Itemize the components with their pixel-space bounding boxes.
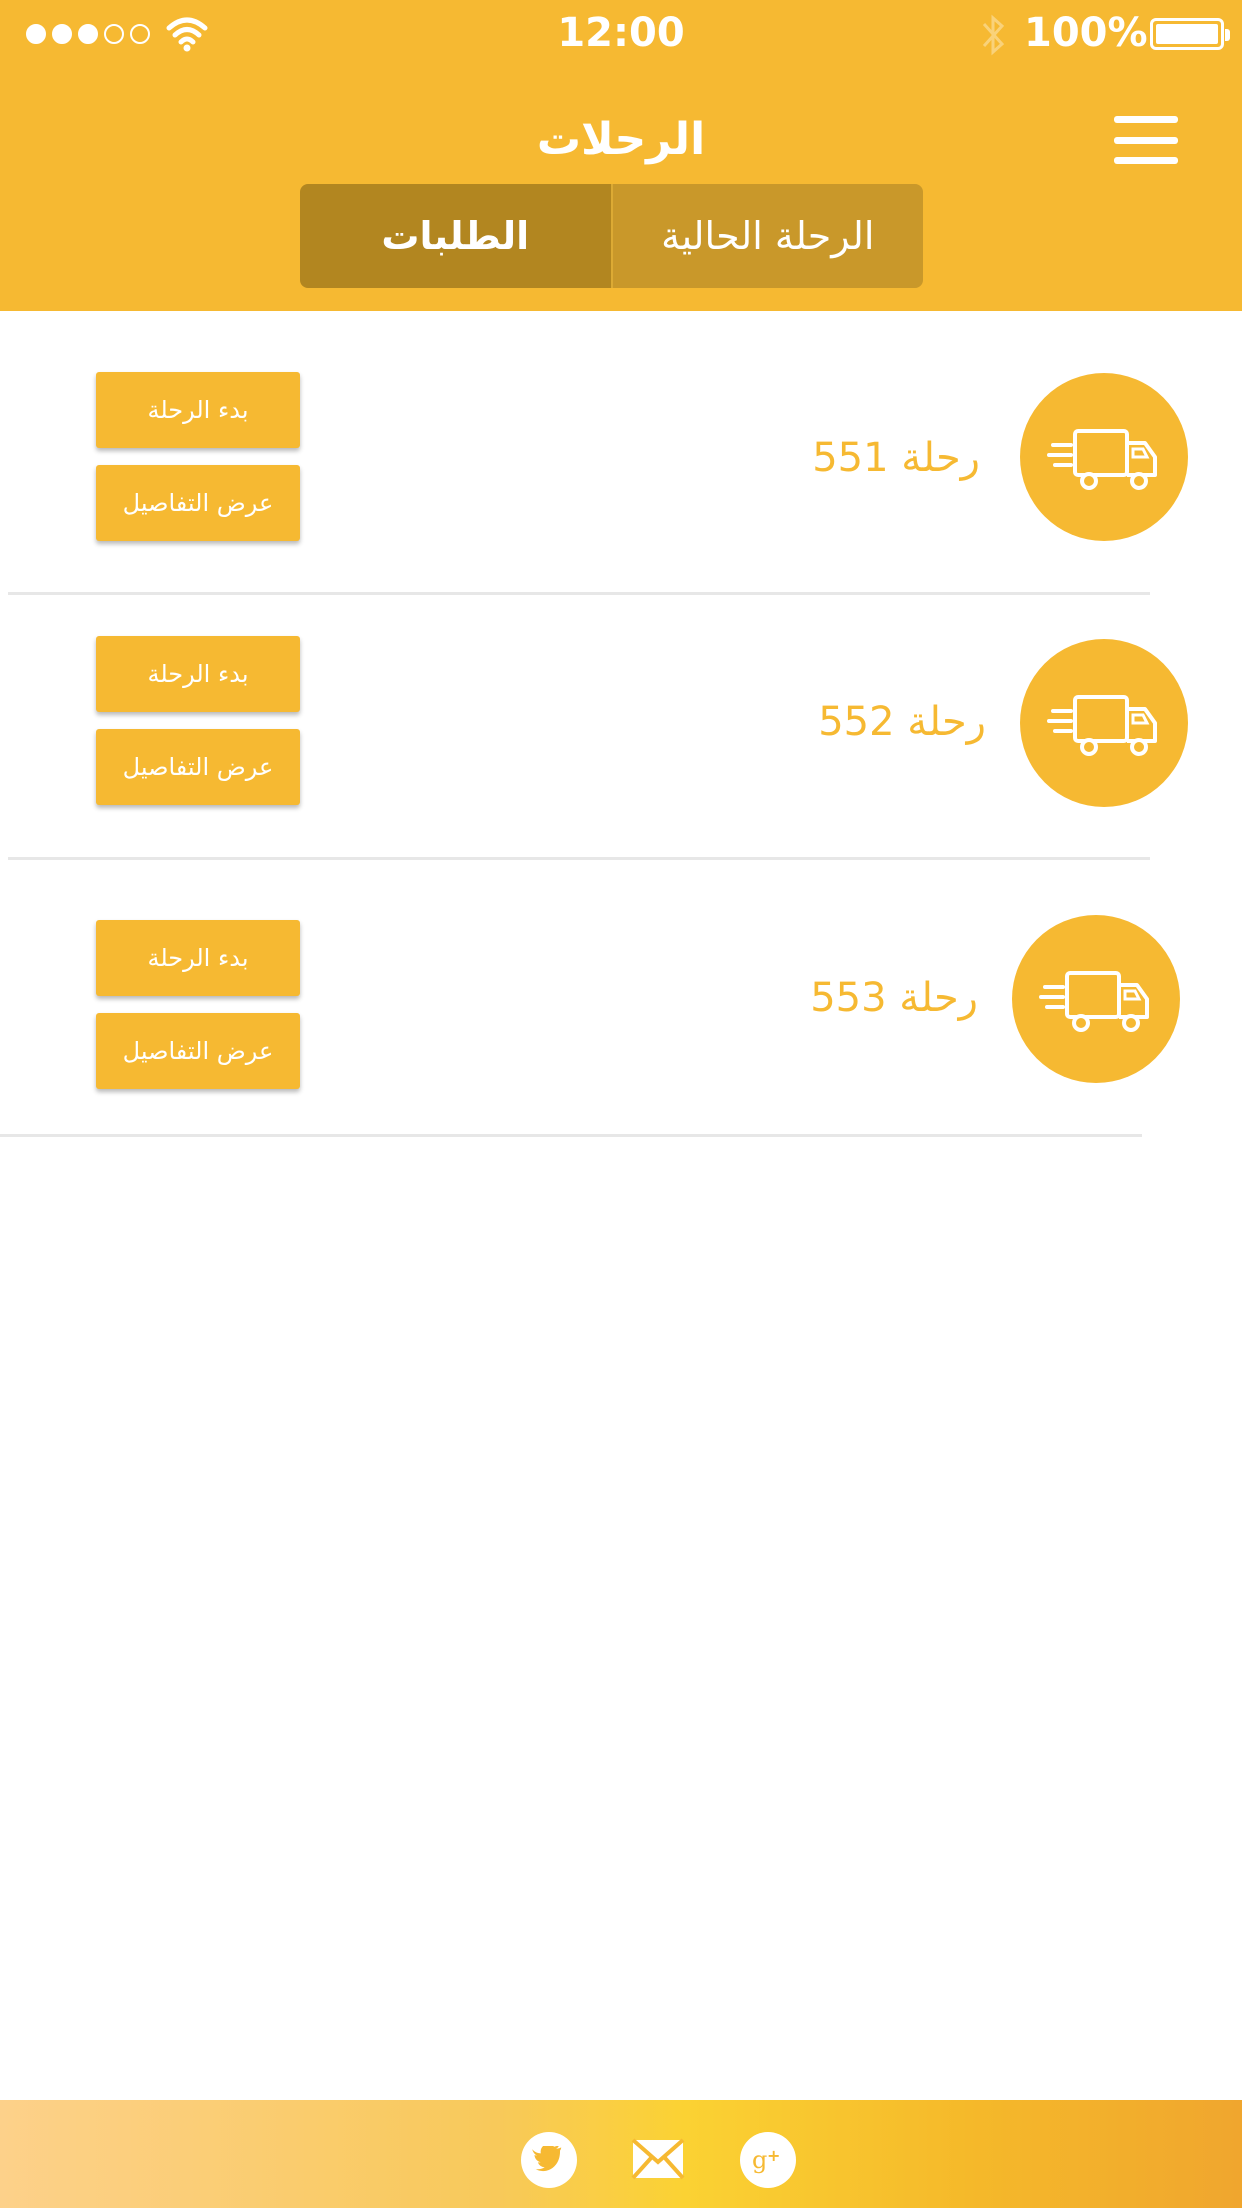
tab-current-trip[interactable]: الرحلة الحالية — [610, 184, 923, 288]
tab-requests[interactable]: الطلبات — [300, 184, 611, 288]
truck-icon — [1020, 373, 1188, 541]
google-plus-icon[interactable]: g + — [740, 2132, 796, 2188]
svg-text:+: + — [767, 2146, 780, 2165]
battery-icon — [1150, 18, 1230, 50]
view-details-button[interactable]: عرض التفاصيل — [96, 465, 300, 541]
app-header: 12:00 100% الرحلات الطلبات الرحلة الحالي… — [0, 0, 1242, 311]
start-trip-button[interactable]: بدء الرحلة — [96, 636, 300, 712]
mail-icon[interactable] — [631, 2138, 685, 2180]
page-title: الرحلات — [536, 114, 706, 165]
trip-label: رحلة 553 — [810, 975, 978, 1021]
truck-icon — [1012, 915, 1180, 1083]
trip-label: رحلة 552 — [818, 699, 986, 745]
start-trip-button[interactable]: بدء الرحلة — [96, 372, 300, 448]
list-item: رحلة 551 بدء الرحلة عرض التفاصيل — [0, 311, 1242, 595]
trip-label: رحلة 551 — [812, 435, 980, 481]
view-details-button[interactable]: عرض التفاصيل — [96, 1013, 300, 1089]
divider — [0, 1134, 1142, 1137]
truck-icon — [1020, 639, 1188, 807]
list-item: رحلة 553 بدء الرحلة عرض التفاصيل — [0, 859, 1242, 1139]
list-item: رحلة 552 بدء الرحلة عرض التفاصيل — [0, 595, 1242, 860]
battery-percentage: 100% — [1024, 10, 1148, 56]
segmented-tabs: الطلبات الرحلة الحالية — [300, 184, 923, 288]
svg-text:g: g — [752, 2146, 767, 2174]
bluetooth-icon — [982, 14, 1005, 56]
start-trip-button[interactable]: بدء الرحلة — [96, 920, 300, 996]
view-details-button[interactable]: عرض التفاصيل — [96, 729, 300, 805]
status-bar: 12:00 100% — [0, 0, 1242, 70]
footer-bar — [0, 2100, 1242, 2208]
twitter-icon[interactable] — [521, 2132, 577, 2188]
